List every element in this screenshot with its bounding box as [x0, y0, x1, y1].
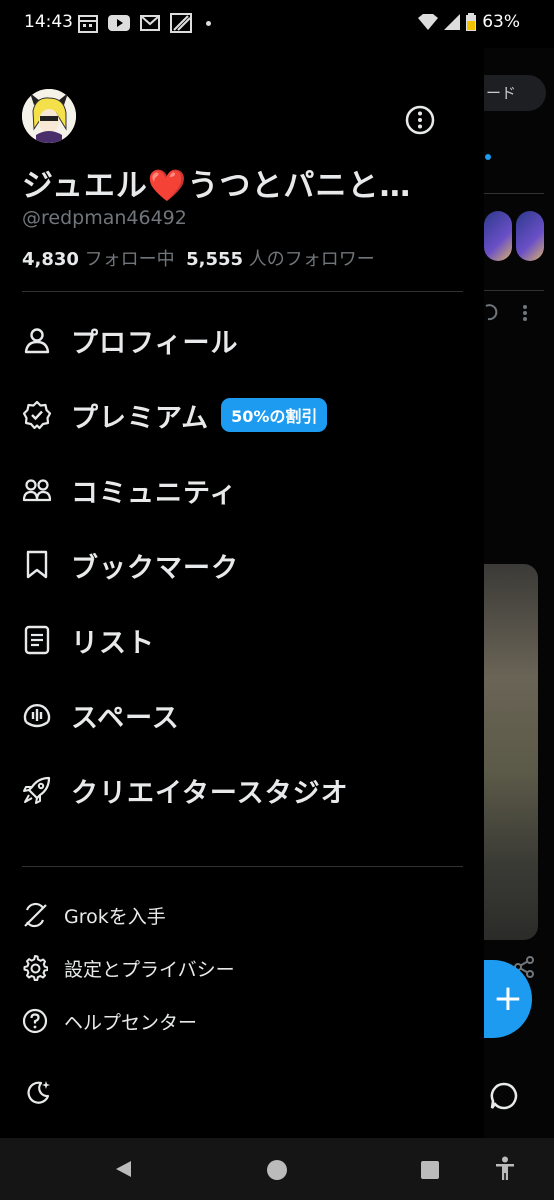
youtube-icon: [108, 15, 130, 31]
drawer-divider: [22, 866, 463, 867]
mail-icon: [140, 15, 160, 31]
timeline-divider: [484, 193, 544, 194]
menu-item-spaces[interactable]: スペース: [22, 690, 180, 740]
wifi-icon: [418, 14, 439, 30]
following-label: フォロー中: [84, 249, 175, 270]
menu-item-label: 設定とプライバシー: [64, 958, 235, 981]
battery-icon: [466, 13, 477, 31]
menu-item-help[interactable]: ヘルプセンター: [22, 1003, 197, 1039]
followers-count: 5,555: [186, 249, 244, 270]
status-bar: 14:43 63%: [0, 0, 554, 48]
status-time: 14:43: [24, 12, 73, 32]
help-icon: [22, 1008, 48, 1034]
drawer-divider: [22, 291, 463, 292]
verified-badge-icon: [22, 400, 52, 430]
following-link[interactable]: 4,830 フォロー中: [22, 249, 175, 270]
menu-item-creator-studio[interactable]: クリエイタースタジオ: [22, 765, 349, 815]
menu-item-settings[interactable]: 設定とプライバシー: [22, 950, 235, 986]
avatar-image: [22, 89, 76, 143]
more-options-icon[interactable]: [404, 104, 436, 136]
bookmark-icon: [22, 550, 52, 580]
timeline-avatars: [484, 211, 544, 263]
system-navigation-bar: [0, 1138, 554, 1200]
menu-item-grok[interactable]: Grokを入手: [22, 897, 166, 933]
more-notifications-dot: [206, 20, 211, 26]
battery-percent: 63%: [482, 12, 520, 32]
menu-item-label: ヘルプセンター: [64, 1011, 198, 1034]
menu-item-label: ブックマーク: [71, 552, 239, 584]
menu-item-label: クリエイタースタジオ: [71, 777, 349, 809]
app-notification-icon: [170, 13, 192, 33]
premium-discount-badge: 50%の割引: [221, 398, 328, 432]
follow-stats: 4,830 フォロー中 5,555 人のフォロワー: [22, 245, 375, 271]
list-icon: [22, 625, 52, 655]
profile-display-name[interactable]: ジュエル❤️うつとパニと…: [22, 160, 411, 205]
signal-icon: [444, 14, 461, 30]
tab-indicator-dot: [485, 154, 491, 160]
menu-item-profile[interactable]: プロフィール: [22, 315, 238, 365]
menu-item-label: プロフィール: [71, 327, 239, 359]
calendar-icon: [78, 15, 98, 33]
menu-item-lists[interactable]: リスト: [22, 615, 155, 665]
timeline-divider: [484, 290, 544, 291]
people-icon: [22, 475, 52, 505]
menu-item-label: プレミアム: [71, 402, 210, 434]
profile-avatar[interactable]: [22, 89, 76, 143]
menu-item-label: スペース: [71, 702, 180, 734]
followers-link[interactable]: 5,555 人のフォロワー: [186, 249, 375, 270]
menu-item-label: Grokを入手: [64, 905, 166, 928]
person-icon: [22, 325, 52, 355]
timeline-avatar: [484, 211, 512, 261]
timeline-tab-pill[interactable]: ード: [484, 75, 546, 111]
status-right: 63%: [418, 12, 520, 32]
timeline-avatar: [516, 211, 544, 261]
timeline-post-image[interactable]: [484, 564, 538, 940]
gear-icon: [22, 955, 48, 981]
home-icon[interactable]: [266, 1159, 288, 1181]
rocket-icon: [22, 775, 52, 805]
menu-item-bookmarks[interactable]: ブックマーク: [22, 540, 239, 590]
status-notification-icons: [78, 13, 211, 33]
followers-label: 人のフォロワー: [248, 249, 375, 270]
menu-item-communities[interactable]: コミュニティ: [22, 465, 237, 515]
profile-handle: @redpman46492: [22, 207, 187, 229]
microphone-icon: [22, 700, 52, 730]
menu-item-label: リスト: [71, 627, 155, 659]
following-count: 4,830: [22, 249, 79, 270]
more-icon[interactable]: [522, 304, 528, 322]
theme-toggle-moon-icon[interactable]: [24, 1078, 52, 1106]
menu-item-premium[interactable]: プレミアム 50%の割引: [22, 390, 328, 440]
grok-icon: [22, 902, 48, 928]
menu-item-label: コミュニティ: [71, 477, 238, 509]
messages-icon[interactable]: [488, 1080, 520, 1112]
grok-icon: [485, 304, 498, 321]
accessibility-icon[interactable]: [494, 1156, 516, 1182]
back-icon[interactable]: [113, 1159, 133, 1179]
recents-icon[interactable]: [420, 1160, 440, 1180]
